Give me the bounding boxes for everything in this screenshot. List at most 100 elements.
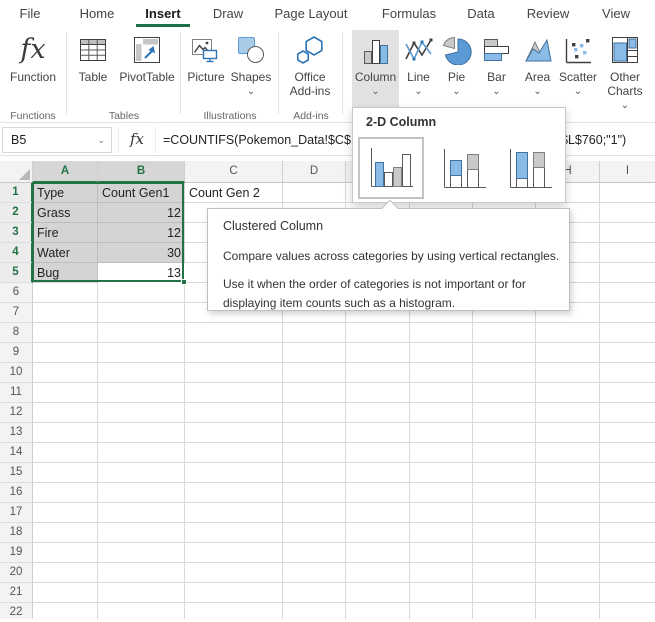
cell-B1[interactable]: Count Gen1 <box>102 183 182 203</box>
column-header-C[interactable]: C <box>185 161 283 183</box>
picture-icon <box>191 33 221 67</box>
stacked-column-icon <box>440 147 488 191</box>
area-chart-button[interactable]: Area ⌄ <box>518 30 557 96</box>
cell-B4[interactable]: 30 <box>98 243 181 263</box>
group-separator <box>66 32 67 114</box>
office-addins-label: Office Add-ins <box>282 70 338 98</box>
other-charts-button[interactable]: Other Charts ⌄ <box>599 30 651 110</box>
select-all-corner[interactable] <box>0 161 33 183</box>
cell-A5[interactable]: Bug <box>37 263 95 283</box>
tooltip-description-1: Compare values across categories by usin… <box>223 247 563 266</box>
group-separator <box>278 32 279 114</box>
row-header-7[interactable]: 7 <box>0 303 33 323</box>
row-header-21[interactable]: 21 <box>0 583 33 603</box>
row-header-1[interactable]: 1 <box>0 183 33 203</box>
dropdown-section-title: 2-D Column <box>366 115 436 129</box>
name-box[interactable]: B5 ⌄ <box>2 127 112 153</box>
formula-text-left[interactable]: =COUNTIFS(Pokemon_Data!$C$ <box>163 127 351 153</box>
chevron-down-icon: ⌄ <box>492 87 500 96</box>
cell-B2[interactable]: 12 <box>98 203 181 223</box>
scatter-chart-icon <box>563 33 593 67</box>
cell-A1[interactable]: Type <box>37 183 95 203</box>
chevron-down-icon: ⌄ <box>371 87 379 96</box>
other-charts-label: Other Charts <box>599 70 651 98</box>
tab-review[interactable]: Review <box>518 0 578 27</box>
picture-label: Picture <box>187 70 224 84</box>
chevron-down-icon: ⌄ <box>574 87 582 96</box>
column-header-A[interactable]: A <box>33 161 98 183</box>
row-header-4[interactable]: 4 <box>0 243 33 263</box>
function-button[interactable]: fx Function <box>0 30 66 84</box>
selection-fill-handle[interactable] <box>181 279 187 285</box>
cell-A2[interactable]: Grass <box>37 203 95 223</box>
line-label: Line <box>407 70 430 84</box>
column-chart-dropdown: 2-D Column <box>352 107 566 203</box>
row-header-20[interactable]: 20 <box>0 563 33 583</box>
cell-A4[interactable]: Water <box>37 243 95 263</box>
chevron-down-icon[interactable]: ⌄ <box>97 128 105 152</box>
shapes-label: Shapes <box>231 70 272 84</box>
select-all-triangle-icon <box>19 169 30 180</box>
row-header-18[interactable]: 18 <box>0 523 33 543</box>
cell-B3[interactable]: 12 <box>98 223 181 243</box>
group-separator <box>342 32 343 114</box>
clustered-column-option[interactable] <box>358 137 424 199</box>
row-header-2[interactable]: 2 <box>0 203 33 223</box>
tab-page-layout[interactable]: Page Layout <box>268 0 354 27</box>
row-header-14[interactable]: 14 <box>0 443 33 463</box>
pivottable-button[interactable]: PivotTable <box>116 30 178 84</box>
shapes-button[interactable]: Shapes ⌄ <box>228 30 274 96</box>
row-header-6[interactable]: 6 <box>0 283 33 303</box>
row-header-10[interactable]: 10 <box>0 363 33 383</box>
shapes-icon <box>236 33 266 67</box>
row-header-8[interactable]: 8 <box>0 323 33 343</box>
row-header-16[interactable]: 16 <box>0 483 33 503</box>
column-chart-button[interactable]: Column ⌄ <box>352 30 399 118</box>
cell-A3[interactable]: Fire <box>37 223 95 243</box>
stacked-column-option[interactable] <box>434 141 494 197</box>
row-header-5[interactable]: 5 <box>0 263 33 283</box>
row-header-12[interactable]: 12 <box>0 403 33 423</box>
pie-label: Pie <box>448 70 465 84</box>
row-header-3[interactable]: 3 <box>0 223 33 243</box>
pie-chart-icon <box>442 33 472 67</box>
row-header-17[interactable]: 17 <box>0 503 33 523</box>
column-header-B[interactable]: B <box>98 161 185 183</box>
row-header-13[interactable]: 13 <box>0 423 33 443</box>
tab-home[interactable]: Home <box>72 0 122 27</box>
office-addins-button[interactable]: Office Add-ins <box>282 30 338 98</box>
cell-B5[interactable]: 13 <box>98 263 181 283</box>
pivottable-label: PivotTable <box>119 70 174 84</box>
chevron-down-icon: ⌄ <box>621 101 629 110</box>
table-icon <box>78 33 108 67</box>
insert-function-button[interactable]: fx <box>118 127 156 153</box>
table-button[interactable]: Table <box>70 30 116 84</box>
column-header-I[interactable]: I <box>600 161 655 183</box>
pivottable-icon <box>132 33 162 67</box>
row-header-9[interactable]: 9 <box>0 343 33 363</box>
hundred-percent-stacked-column-option[interactable] <box>500 141 560 197</box>
formula-text-right[interactable]: $L$760;"1") <box>561 127 626 153</box>
pie-chart-button[interactable]: Pie ⌄ <box>438 30 475 96</box>
row-header-19[interactable]: 19 <box>0 543 33 563</box>
tab-insert[interactable]: Insert <box>136 0 190 27</box>
ribbon-tab-bar: File Home Insert Draw Page Layout Formul… <box>0 0 655 28</box>
row-header-11[interactable]: 11 <box>0 383 33 403</box>
function-label: Function <box>10 70 56 84</box>
tab-draw[interactable]: Draw <box>206 0 250 27</box>
tab-file[interactable]: File <box>12 0 48 27</box>
tooltip-description-2: Use it when the order of categories is n… <box>223 275 558 313</box>
picture-button[interactable]: Picture <box>184 30 228 84</box>
tab-view[interactable]: View <box>594 0 638 27</box>
tab-formulas[interactable]: Formulas <box>376 0 442 27</box>
bar-chart-button[interactable]: Bar ⌄ <box>477 30 516 96</box>
row-header-15[interactable]: 15 <box>0 463 33 483</box>
cell-C1[interactable]: Count Gen 2 <box>189 183 283 203</box>
line-chart-button[interactable]: Line ⌄ <box>401 30 436 96</box>
row-header-22[interactable]: 22 <box>0 603 33 619</box>
scatter-chart-button[interactable]: Scatter ⌄ <box>557 30 599 96</box>
chevron-down-icon: ⌄ <box>414 87 422 96</box>
tab-data[interactable]: Data <box>460 0 502 27</box>
column-header-D[interactable]: D <box>283 161 346 183</box>
name-box-value: B5 <box>11 133 26 147</box>
